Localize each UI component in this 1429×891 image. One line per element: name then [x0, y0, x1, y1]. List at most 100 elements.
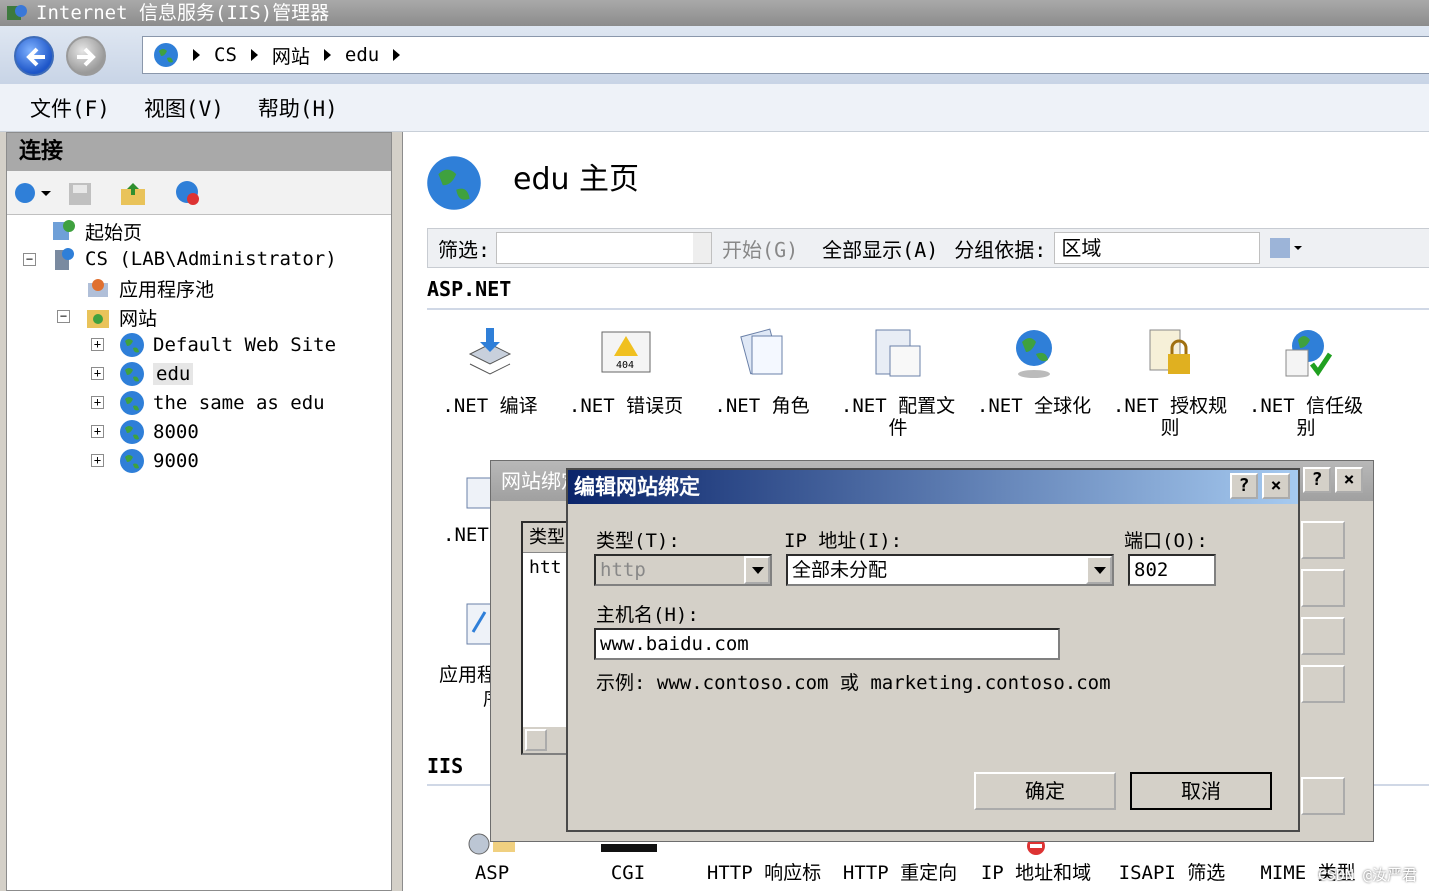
page-title: edu 主页: [513, 162, 640, 197]
globe-icon: [120, 333, 144, 357]
forward-button[interactable]: [66, 36, 106, 76]
tree-expander-8000[interactable]: +: [91, 425, 104, 438]
tree-site-edu[interactable]: edu: [119, 360, 194, 388]
tree-site-same-as-edu[interactable]: the same as edu: [119, 389, 325, 417]
site-globe-icon: [427, 156, 481, 210]
roles-icon: [740, 328, 783, 375]
connections-toolbar: [7, 171, 391, 215]
menu-file[interactable]: 文件(F): [30, 93, 110, 123]
breadcrumb-server[interactable]: CS: [193, 44, 237, 66]
tree-site-8000[interactable]: 8000: [119, 418, 199, 446]
dialog-help-button[interactable]: ?: [1230, 473, 1258, 499]
feature-net-error-pages[interactable]: 404 .NET 错误页: [561, 324, 691, 417]
breadcrumb-expand[interactable]: [393, 49, 414, 61]
connect-icon[interactable]: [13, 181, 53, 205]
app-settings-icon: [466, 603, 492, 645]
globe-icon: [154, 43, 178, 67]
filter-label: 筛选:: [438, 237, 491, 262]
globe-icon: [120, 449, 144, 473]
hostname-label: 主机名(H):: [596, 604, 699, 626]
section-divider: [427, 308, 1429, 310]
watermark: CSDN @汝严君: [1317, 866, 1417, 884]
ip-dropdown-icon[interactable]: [1086, 556, 1112, 584]
globe-icon: [120, 362, 144, 386]
feature-net-trust-levels[interactable]: .NET 信任级别: [1241, 324, 1371, 439]
tree-sites[interactable]: 网站: [85, 303, 157, 331]
address-bar[interactable]: CS 网站 edu: [142, 36, 1429, 74]
start-page-icon: [53, 220, 75, 240]
tree-expander-default[interactable]: +: [91, 338, 104, 351]
feature-net-compilation[interactable]: .NET 编译: [425, 324, 555, 417]
compile-icon: [468, 328, 512, 375]
feature-app-settings-partial[interactable]: 应用程: [439, 660, 496, 687]
bindings-add-button[interactable]: [1301, 521, 1345, 559]
bindings-close-button[interactable]: ×: [1335, 467, 1363, 493]
tree-expander-sites[interactable]: −: [57, 310, 70, 323]
bindings-list[interactable]: 类型 htt: [521, 521, 571, 755]
back-arrow-icon: [26, 47, 45, 67]
bindings-hscrollbar[interactable]: [523, 727, 569, 753]
feature-asp[interactable]: ASP: [427, 862, 557, 884]
cancel-button[interactable]: 取消: [1130, 772, 1272, 810]
type-select[interactable]: http: [594, 554, 772, 586]
bindings-row-type[interactable]: htt: [523, 553, 569, 583]
feature-net-roles[interactable]: .NET 角色: [697, 324, 827, 417]
bindings-close-footer-button[interactable]: [1301, 777, 1345, 815]
breadcrumb-edu[interactable]: edu: [323, 44, 379, 66]
tree-start-page[interactable]: 起始页: [51, 217, 142, 245]
feature-http-response-headers[interactable]: HTTP 响应标: [699, 862, 829, 884]
tree-expander-edu[interactable]: +: [91, 367, 104, 380]
disconnect-icon[interactable]: [173, 179, 203, 207]
tree-expander-same[interactable]: +: [91, 396, 104, 409]
bindings-help-button[interactable]: ?: [1303, 467, 1331, 493]
feature-net-authorization[interactable]: .NET 授权规则: [1105, 324, 1235, 439]
globe-icon: [120, 391, 144, 415]
tree-app-pools[interactable]: 应用程序池: [85, 274, 214, 302]
save-icon[interactable]: [67, 181, 93, 207]
iis-app-icon: [7, 5, 27, 20]
bindings-edit-button[interactable]: [1301, 569, 1345, 607]
hostname-input[interactable]: www.baidu.com: [594, 628, 1060, 660]
view-mode-icon[interactable]: [1268, 236, 1304, 260]
up-folder-icon[interactable]: [119, 181, 147, 207]
feature-net-partial[interactable]: .NET: [443, 524, 489, 546]
section-iis: IIS: [427, 754, 464, 778]
tree-expander-9000[interactable]: +: [91, 454, 104, 467]
tree-expander-server[interactable]: −: [23, 253, 36, 266]
bindings-browse-button[interactable]: [1301, 665, 1345, 703]
feature-isapi-filters[interactable]: ISAPI 筛选: [1107, 862, 1237, 884]
sites-folder-icon: [87, 310, 109, 328]
window-title-bar: Internet 信息服务(IIS)管理器: [0, 0, 1429, 26]
type-dropdown-icon[interactable]: [744, 556, 770, 584]
tree-server[interactable]: CS (LAB\Administrator): [51, 245, 337, 273]
port-input[interactable]: 802: [1128, 554, 1216, 586]
tree-site-9000[interactable]: 9000: [119, 447, 199, 475]
group-by-select[interactable]: 区域: [1054, 232, 1261, 264]
feature-cgi[interactable]: CGI: [563, 862, 693, 884]
globe-icon: [120, 420, 144, 444]
ok-button[interactable]: 确定: [974, 772, 1116, 810]
feature-net-globalization[interactable]: .NET 全球化: [969, 324, 1099, 417]
tree-site-default[interactable]: Default Web Site: [119, 331, 336, 359]
back-button[interactable]: [14, 36, 54, 76]
server-icon: [55, 248, 74, 270]
menu-help[interactable]: 帮助(H): [258, 93, 338, 123]
app-pool-icon: [88, 279, 108, 297]
feature-http-redirect[interactable]: HTTP 重定向: [835, 862, 965, 884]
menu-view[interactable]: 视图(V): [144, 93, 224, 123]
start-filter-button[interactable]: 开始(G): [722, 234, 798, 263]
svg-text:404: 404: [616, 360, 634, 371]
filter-dropdown-icon[interactable]: [693, 233, 712, 263]
feature-net-profile[interactable]: .NET 配置文件: [833, 324, 963, 439]
dialog-close-button[interactable]: ×: [1262, 473, 1290, 499]
filter-input[interactable]: [496, 232, 713, 264]
forward-arrow-icon: [77, 47, 96, 67]
group-by-label: 分组依据:: [954, 237, 1047, 262]
bindings-remove-button[interactable]: [1301, 617, 1345, 655]
scroll-left-icon[interactable]: [525, 729, 547, 751]
breadcrumb-sites[interactable]: 网站: [250, 42, 310, 69]
feature-ip-domain[interactable]: IP 地址和域: [971, 862, 1101, 884]
show-all-button[interactable]: 全部显示(A): [822, 234, 938, 263]
bindings-col-type[interactable]: 类型: [523, 523, 569, 553]
ip-select[interactable]: 全部未分配: [786, 554, 1114, 586]
